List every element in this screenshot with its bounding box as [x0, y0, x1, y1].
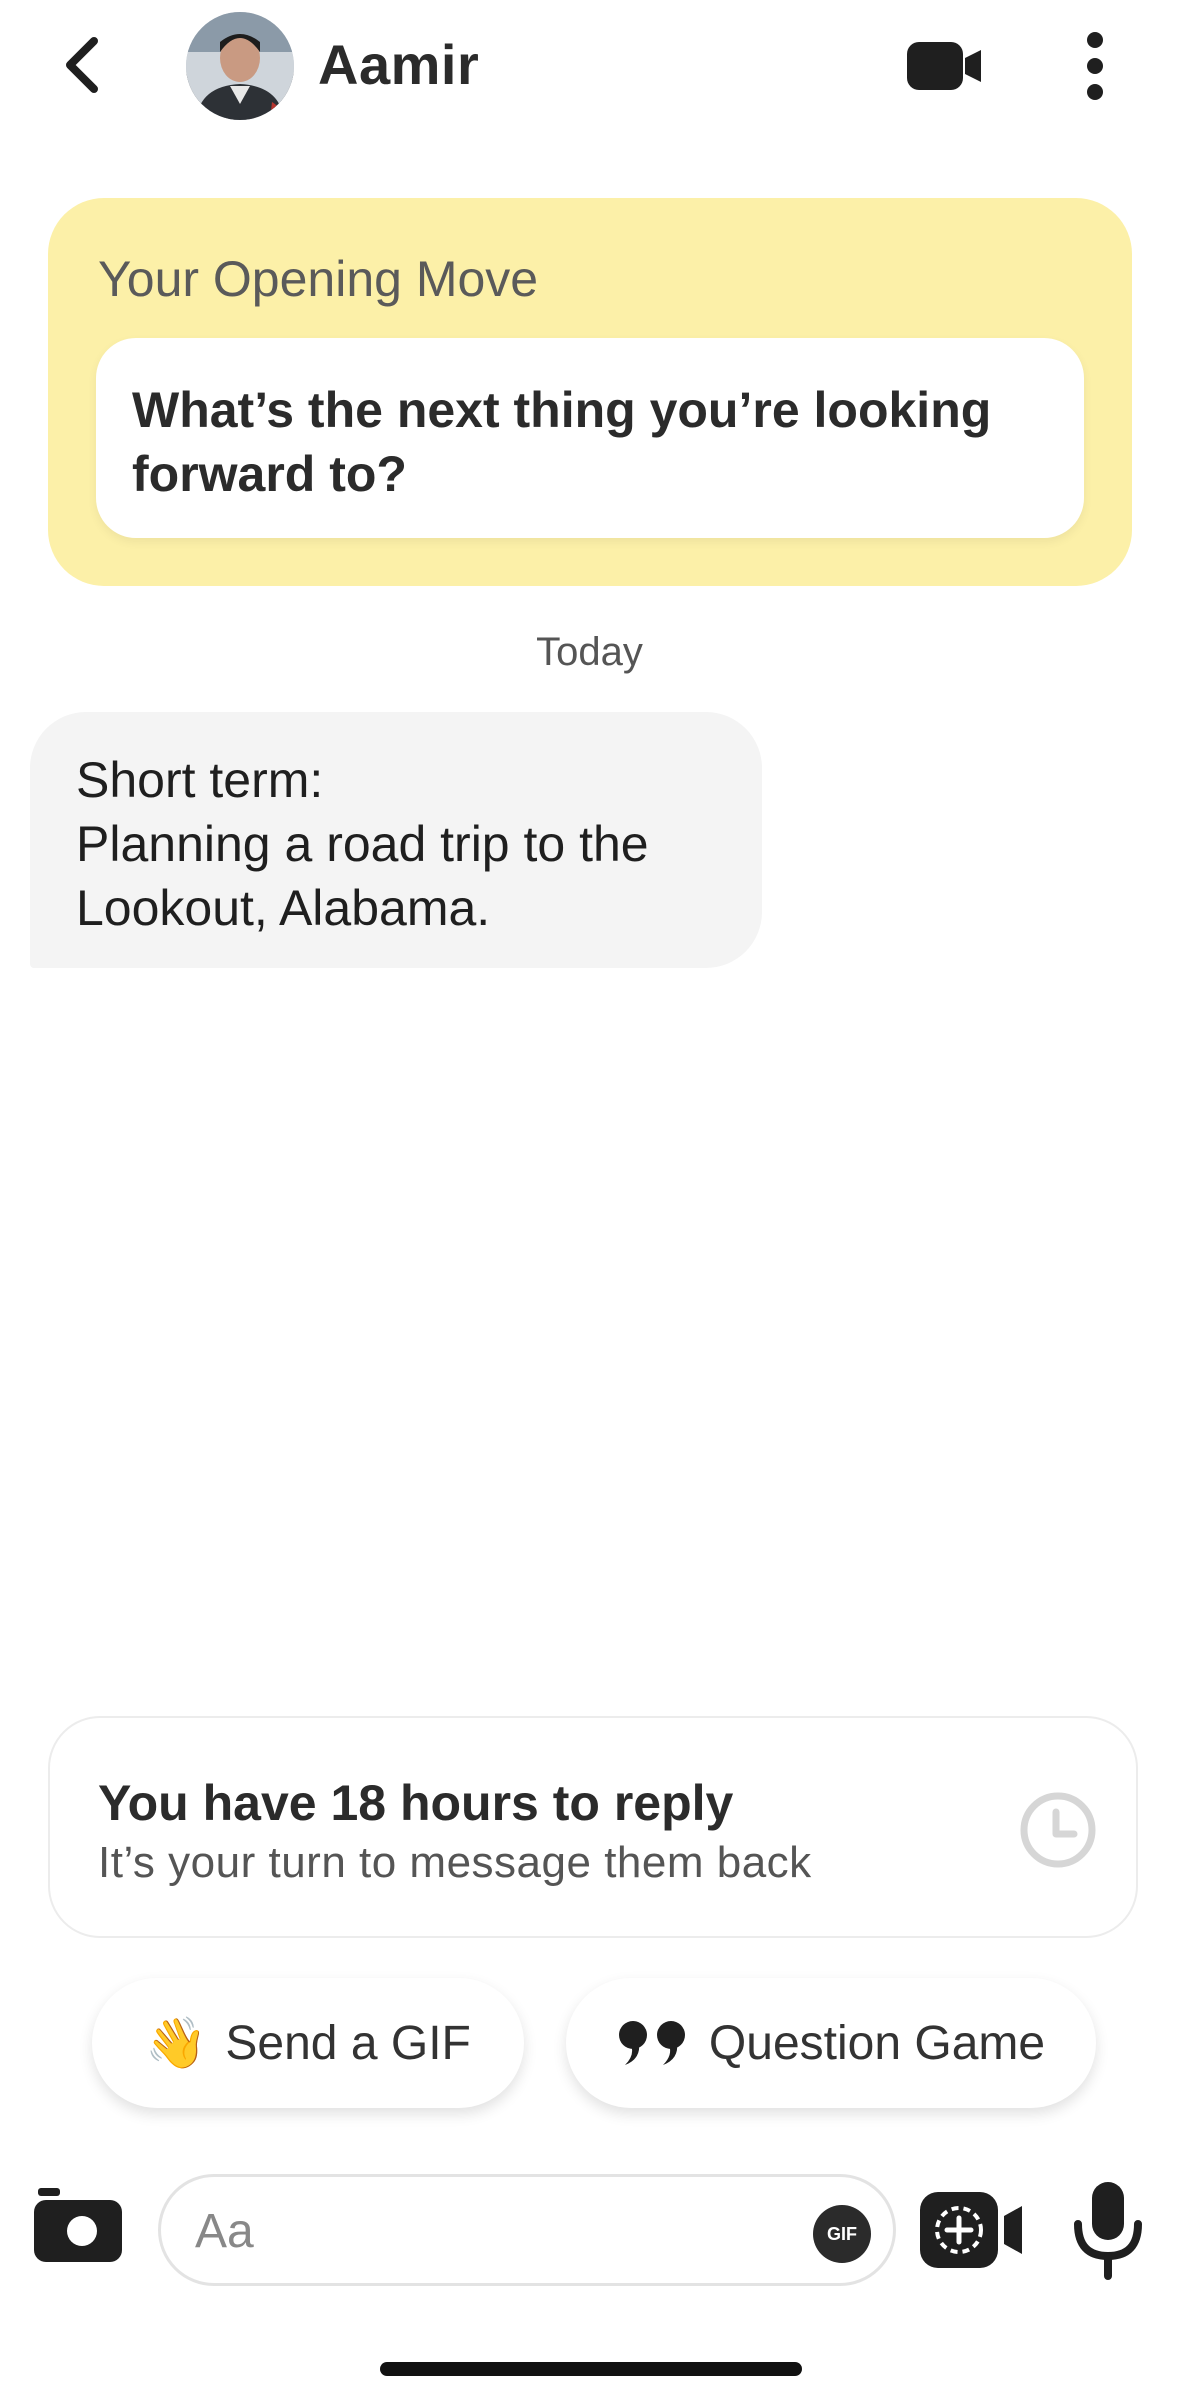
- opening-move-card: Your Opening Move What’s the next thing …: [48, 198, 1132, 586]
- message-input-container: GIF: [158, 2174, 896, 2286]
- profile-photo: [186, 12, 294, 120]
- reply-timer-card: You have 18 hours to reply It’s your tur…: [48, 1716, 1138, 1938]
- received-message-bubble[interactable]: Short term: Planning a road trip to the …: [30, 712, 762, 968]
- more-vertical-icon: [1087, 32, 1103, 100]
- opening-move-question-card: What’s the next thing you’re looking for…: [96, 338, 1084, 538]
- reply-timer-subtitle: It’s your turn to message them back: [98, 1838, 812, 1887]
- camera-icon: [34, 2188, 122, 2262]
- video-camera-icon: [907, 42, 981, 90]
- clock-icon: [1020, 1792, 1096, 1868]
- chevron-left-icon: [66, 37, 98, 93]
- chat-screen: Aamir Your Opening Move What’s the next …: [0, 0, 1179, 2396]
- message-text: Short term: Planning a road trip to the …: [76, 752, 649, 936]
- quote-icon: [617, 2019, 691, 2067]
- opening-move-title: Your Opening Move: [98, 251, 539, 307]
- question-game-label: Question Game: [708, 2016, 1046, 2070]
- send-gif-button[interactable]: 👋 Send a GIF: [92, 1978, 524, 2108]
- waving-hand-icon: 👋: [145, 2013, 208, 2072]
- video-message-icon: [920, 2192, 1022, 2268]
- chat-header: Aamir: [0, 0, 1179, 135]
- video-call-button[interactable]: [905, 38, 985, 94]
- send-gif-label: Send a GIF: [225, 2016, 471, 2070]
- avatar[interactable]: [186, 12, 294, 120]
- camera-button[interactable]: [32, 2186, 124, 2266]
- message-input[interactable]: [195, 2199, 755, 2263]
- opening-move-question: What’s the next thing you’re looking for…: [132, 382, 992, 502]
- microphone-button[interactable]: [1070, 2180, 1146, 2280]
- date-separator: Today: [536, 630, 643, 674]
- reply-timer-title: You have 18 hours to reply: [98, 1775, 734, 1831]
- more-options-button[interactable]: [1080, 30, 1110, 102]
- contact-name[interactable]: Aamir: [318, 32, 479, 97]
- video-message-button[interactable]: [918, 2190, 1030, 2270]
- question-game-button[interactable]: Question Game: [566, 1978, 1096, 2108]
- microphone-icon: [1074, 2182, 1142, 2280]
- home-indicator[interactable]: [380, 2362, 802, 2376]
- gif-button[interactable]: GIF: [813, 2205, 871, 2263]
- back-button[interactable]: [52, 30, 112, 100]
